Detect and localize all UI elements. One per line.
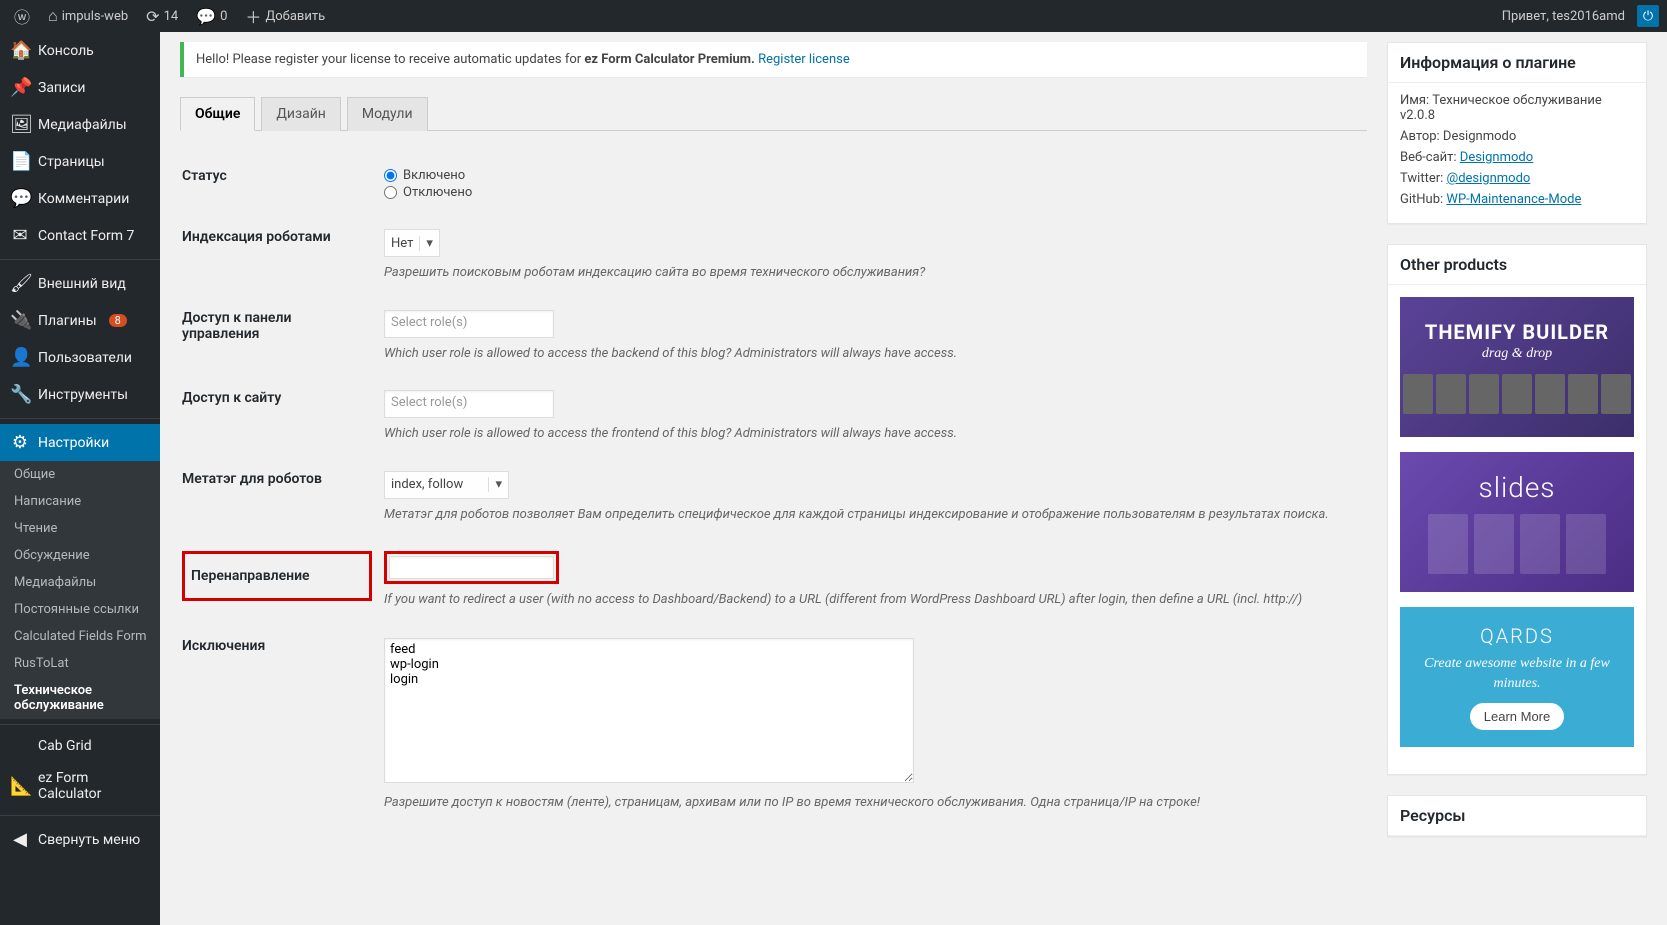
exclude-label: Исключения: [182, 623, 382, 823]
menu-item-3[interactable]: 📄Страницы: [0, 143, 160, 180]
themify-promo[interactable]: THEMIFY BUILDER drag & drop: [1400, 297, 1634, 437]
menu-icon: 🏠: [10, 40, 30, 61]
tab-general[interactable]: Общие: [180, 97, 255, 131]
redirect-highlight-input: [384, 551, 559, 584]
update-icon: ⟳: [146, 7, 159, 26]
exclude-textarea[interactable]: feed wp-login login: [384, 638, 914, 783]
frontend-label: Доступ к сайту: [182, 375, 382, 454]
add-new[interactable]: ＋Добавить: [239, 4, 331, 28]
resources-panel: Ресурсы: [1387, 795, 1647, 837]
menu-icon: 🖌: [10, 273, 30, 294]
menu-item-4[interactable]: 💬Комментарии: [0, 180, 160, 217]
qards-promo[interactable]: QARDS Create awesome website in a few mi…: [1400, 607, 1634, 747]
menu-icon: 🖼: [10, 114, 30, 135]
power-icon[interactable]: ⏻: [1637, 5, 1659, 27]
menu-item-2[interactable]: 🖼Медиафайлы: [0, 106, 160, 143]
site-link[interactable]: ⌂impuls-web: [42, 6, 134, 26]
learn-more-button[interactable]: Learn More: [1470, 703, 1564, 730]
submenu-item-7[interactable]: RusToLat: [0, 650, 160, 677]
slides-promo[interactable]: slides: [1400, 452, 1634, 592]
backend-role-select[interactable]: Select role(s): [384, 310, 554, 338]
menu-item-10[interactable]: ⚙Настройки: [0, 424, 160, 461]
menu-item-9[interactable]: 🔧Инструменты: [0, 376, 160, 413]
menu-item-7[interactable]: 🔌Плагины8: [0, 302, 160, 339]
menu-icon: 👤: [10, 347, 30, 368]
menu-icon: ⚙: [10, 432, 30, 453]
license-notice: Hello! Please register your license to r…: [180, 42, 1367, 77]
collapse-icon: ◀: [10, 829, 30, 850]
admin-toolbar: ⓦ ⌂impuls-web ⟳14 💬0 ＋Добавить Привет, t…: [0, 0, 1667, 32]
menu-item-8[interactable]: 👤Пользователи: [0, 339, 160, 376]
menu-icon: 📌: [10, 77, 30, 98]
menu-icon: 📄: [10, 151, 30, 172]
menu-icon: 🔧: [10, 384, 30, 405]
submenu-item-2[interactable]: Чтение: [0, 515, 160, 542]
menu-item-1[interactable]: 📌Записи: [0, 69, 160, 106]
frontend-role-select[interactable]: Select role(s): [384, 390, 554, 418]
menu-item-0[interactable]: 🏠Консоль: [0, 32, 160, 69]
register-license-link[interactable]: Register license: [758, 52, 850, 67]
submenu-item-8[interactable]: Техническое обслуживание: [0, 677, 160, 719]
robots-select[interactable]: Нет▾: [384, 229, 440, 257]
updates-link[interactable]: ⟳14: [140, 7, 184, 26]
tab-modules[interactable]: Модули: [347, 97, 428, 131]
extra-item-1[interactable]: 📐ez Form Calculator: [0, 762, 160, 810]
settings-tabs: Общие Дизайн Модули: [180, 97, 1367, 131]
submenu-item-0[interactable]: Общие: [0, 461, 160, 488]
website-link[interactable]: Designmodo: [1460, 150, 1533, 165]
plugin-info-panel: Информация о плагине Имя: Техническое об…: [1387, 42, 1647, 224]
backend-label: Доступ к панели управления: [182, 295, 382, 374]
extra-item-0[interactable]: Cab Grid: [0, 730, 160, 762]
submenu-item-5[interactable]: Постоянные ссылки: [0, 596, 160, 623]
comments-link[interactable]: 💬0: [190, 7, 233, 26]
submenu-item-4[interactable]: Медиафайлы: [0, 569, 160, 596]
badge: 8: [109, 314, 127, 327]
site-name: impuls-web: [62, 9, 128, 24]
collapse-menu[interactable]: ◀ Свернуть меню: [0, 821, 160, 858]
plus-icon: ＋: [245, 4, 261, 28]
user-greeting[interactable]: Привет, tes2016amd: [1496, 9, 1631, 24]
status-on-radio[interactable]: [384, 169, 397, 182]
github-link[interactable]: WP-Maintenance-Mode: [1446, 192, 1581, 207]
submenu-item-1[interactable]: Написание: [0, 488, 160, 515]
submenu-item-6[interactable]: Calculated Fields Form: [0, 623, 160, 650]
admin-sidebar: 🏠Консоль📌Записи🖼Медиафайлы📄Страницы💬Комм…: [0, 32, 160, 925]
meta-label: Метатэг для роботов: [182, 456, 382, 535]
menu-item-6[interactable]: 🖌Внешний вид: [0, 265, 160, 302]
chevron-down-icon: ▾: [488, 477, 508, 492]
status-label: Статус: [182, 153, 382, 212]
menu-icon: 🔌: [10, 310, 30, 331]
tab-design[interactable]: Дизайн: [261, 97, 341, 131]
redirect-input[interactable]: [389, 556, 554, 579]
comment-icon: 💬: [196, 7, 216, 26]
submenu-item-3[interactable]: Обсуждение: [0, 542, 160, 569]
other-products-panel: Other products THEMIFY BUILDER drag & dr…: [1387, 244, 1647, 775]
twitter-link[interactable]: @designmodo: [1447, 171, 1531, 186]
chevron-down-icon: ▾: [419, 236, 439, 251]
meta-select[interactable]: index, follow▾: [384, 471, 509, 499]
wp-logo[interactable]: ⓦ: [8, 4, 36, 28]
status-off-radio[interactable]: [384, 186, 397, 199]
menu-item-5[interactable]: ✉Contact Form 7: [0, 217, 160, 254]
menu-icon: ✉: [10, 225, 30, 246]
redirect-highlight: Перенаправление: [182, 551, 372, 601]
robots-label: Индексация роботами: [182, 214, 382, 293]
menu-icon: 💬: [10, 188, 30, 209]
